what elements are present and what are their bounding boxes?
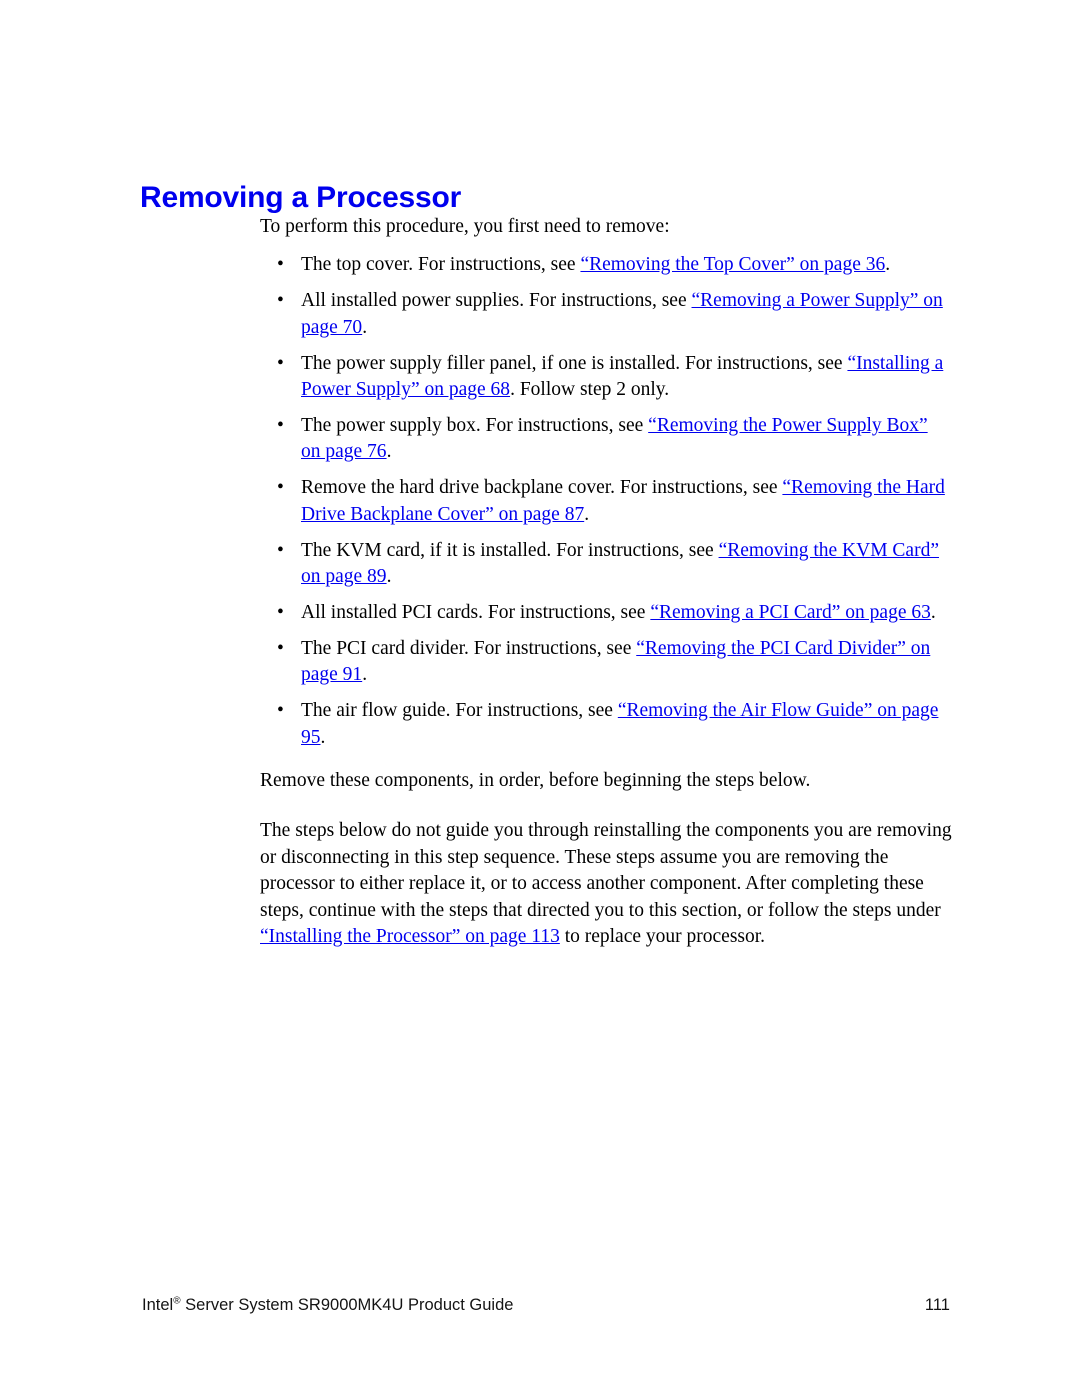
- list-item-lead-text: All installed PCI cards. For instruction…: [301, 601, 651, 623]
- list-item-lead-text: The power supply filler panel, if one is…: [301, 352, 848, 374]
- list-item-tail-text: .: [362, 664, 368, 686]
- closing-paragraph: The steps below do not guide you through…: [260, 818, 952, 950]
- cross-reference-link[interactable]: “Removing a PCI Card” on page 63: [650, 602, 931, 623]
- list-item-tail-text: .: [386, 565, 392, 587]
- bullet-icon: •: [277, 352, 284, 374]
- list-item-tail-text: . Follow step 2 only.: [510, 379, 670, 401]
- prerequisite-list: • The top cover. For instructions, see “R…: [260, 252, 952, 751]
- bullet-icon: •: [277, 601, 284, 623]
- list-item-tail-text: .: [584, 503, 590, 525]
- registered-trademark-icon: ®: [173, 1295, 181, 1307]
- list-item-tail-text: .: [930, 601, 936, 623]
- body-content: To perform this procedure, you first nee…: [260, 214, 952, 950]
- list-item: • The top cover. For instructions, see “R…: [260, 252, 952, 278]
- bullet-icon: •: [277, 539, 284, 561]
- footer-document-title: Intel® Server System SR9000MK4U Product …: [142, 1295, 513, 1315]
- list-item-tail-text: .: [320, 726, 326, 748]
- bullet-icon: •: [277, 254, 284, 276]
- list-item-lead-text: The top cover. For instructions, see: [301, 254, 581, 276]
- bullet-icon: •: [277, 290, 284, 312]
- list-item: • The PCI card divider. For instructions,…: [260, 636, 952, 689]
- page-number: 111: [924, 1296, 950, 1314]
- list-item-tail-text: .: [362, 316, 368, 338]
- document-page: Removing a Processor To perform this pro…: [0, 0, 1080, 1397]
- list-item-tail-text: .: [885, 254, 891, 276]
- list-item-lead-text: The KVM card, if it is installed. For in…: [301, 539, 719, 561]
- bullet-icon: •: [277, 637, 284, 659]
- footer-brand-name: Intel: [142, 1296, 174, 1314]
- bullet-icon: •: [277, 414, 284, 436]
- list-item-lead-text: All installed power supplies. For instru…: [301, 290, 692, 312]
- list-item: • The air flow guide. For instructions, s…: [260, 698, 952, 751]
- list-item: • All installed power supplies. For instr…: [260, 288, 952, 341]
- page-footer: Intel® Server System SR9000MK4U Product …: [142, 1295, 950, 1319]
- post-list-paragraph: Remove these components, in order, befor…: [260, 769, 811, 791]
- intro-paragraph: To perform this procedure, you first nee…: [260, 216, 670, 237]
- bullet-icon: •: [277, 700, 284, 722]
- footer-title-text: Server System SR9000MK4U Product Guide: [180, 1296, 514, 1314]
- list-item-lead-text: Remove the hard drive backplane cover. F…: [301, 477, 783, 499]
- list-item-tail-text: .: [386, 441, 392, 463]
- list-item: • The power supply filler panel, if one i…: [260, 351, 952, 404]
- closing-paragraph-lead-text: The steps below do not guide you through…: [260, 820, 952, 921]
- list-item: • Remove the hard drive backplane cover. …: [260, 475, 952, 528]
- list-item: • The power supply box. For instructions,…: [260, 413, 952, 466]
- list-item: • The KVM card, if it is installed. For i…: [260, 538, 952, 591]
- closing-paragraph-tail-text: to replace your processor.: [559, 925, 766, 947]
- list-item-lead-text: The power supply box. For instructions, …: [301, 414, 649, 436]
- page-title: Removing a Processor: [140, 181, 462, 215]
- bullet-icon: •: [277, 477, 284, 499]
- list-item-lead-text: The air flow guide. For instructions, se…: [301, 700, 618, 722]
- cross-reference-link[interactable]: “Installing the Processor” on page 113: [260, 926, 560, 947]
- cross-reference-link[interactable]: “Removing the Top Cover” on page 36: [580, 254, 885, 275]
- list-item-lead-text: The PCI card divider. For instructions, …: [301, 637, 637, 659]
- list-item: • All installed PCI cards. For instructio…: [260, 600, 952, 626]
